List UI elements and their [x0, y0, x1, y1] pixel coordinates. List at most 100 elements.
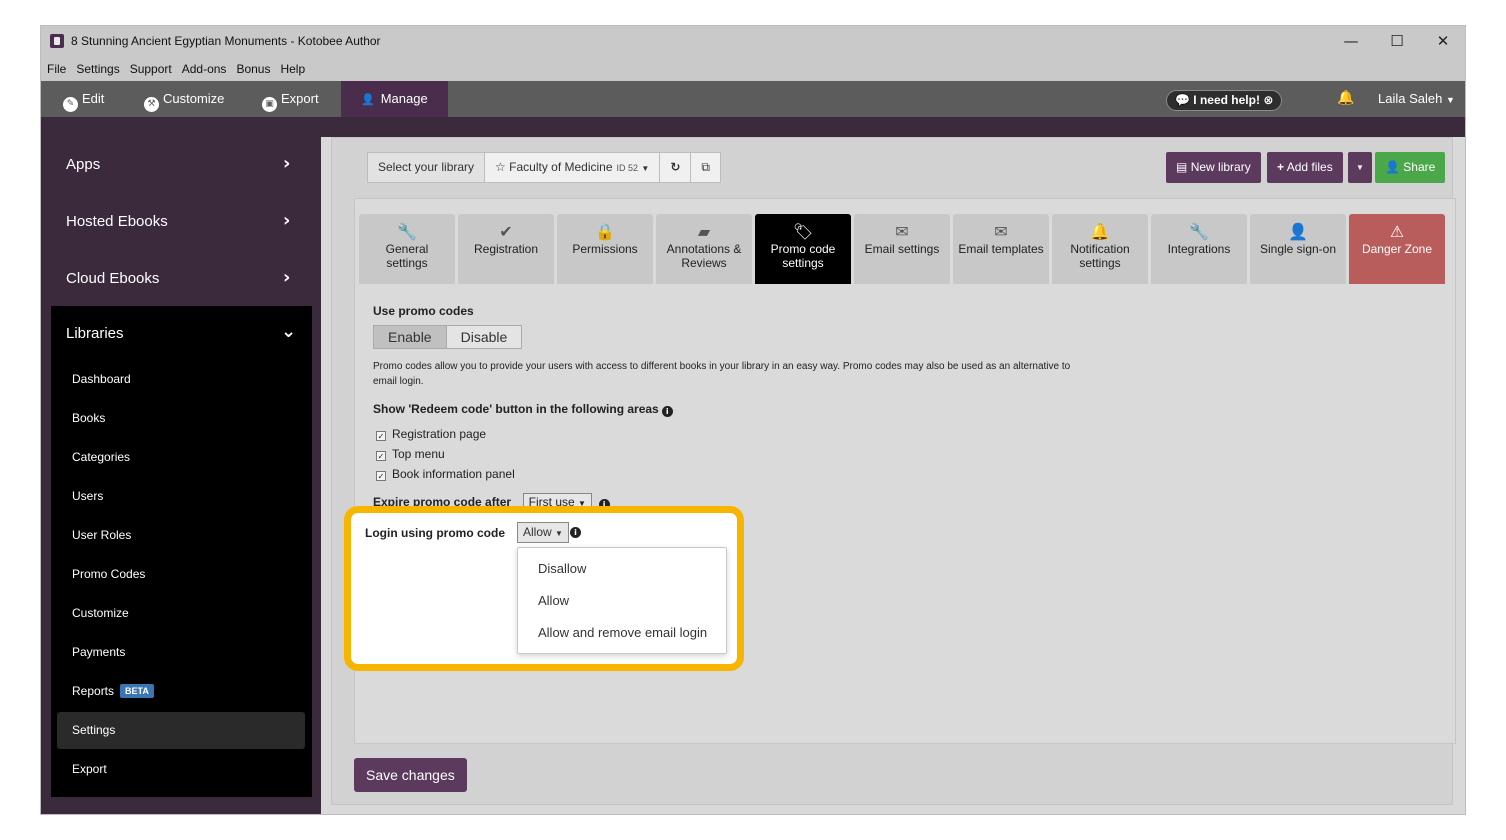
open-external-button[interactable]: ⧉: [690, 152, 721, 183]
tab-danger-zone[interactable]: ⚠ Danger Zone: [1349, 214, 1445, 284]
sidebar-item-libraries[interactable]: Libraries: [66, 325, 124, 342]
bell-icon[interactable]: 🔔: [1337, 90, 1354, 106]
enable-button[interactable]: Enable: [373, 325, 447, 349]
sidebar-item-reports[interactable]: Reports BETA: [57, 673, 305, 710]
option-allow[interactable]: Allow: [518, 585, 726, 617]
tab-annotations-reviews[interactable]: ▰ Annotations & Reviews: [656, 214, 752, 284]
chevron-right-icon: ›: [283, 267, 291, 288]
check-icon: ✔: [499, 222, 513, 241]
tab-registration[interactable]: ✔ Registration: [458, 214, 554, 284]
share-button[interactable]: 👤 Share: [1375, 152, 1446, 183]
expire-select[interactable]: First use ▼: [522, 493, 592, 507]
tab-edit[interactable]: ✎ Edit: [63, 81, 104, 117]
new-library-button[interactable]: ▤ New library: [1166, 152, 1261, 183]
option-disallow[interactable]: Disallow: [518, 553, 726, 585]
library-id: ID 52: [616, 163, 639, 173]
sidebar-item-dashboard[interactable]: Dashboard: [57, 361, 305, 398]
checkbox-label: Book information panel: [392, 467, 515, 481]
minimize-button[interactable]: —: [1328, 26, 1374, 57]
menu-settings[interactable]: Settings: [70, 57, 123, 76]
tab-single-sign-on[interactable]: 👤 Single sign-on: [1250, 214, 1346, 284]
tab-label: Notification: [1070, 242, 1130, 256]
tab-customize-label: Customize: [163, 91, 225, 106]
help-label: I need help!: [1193, 93, 1260, 107]
disable-button[interactable]: Disable: [445, 325, 523, 349]
sidebar-item-settings[interactable]: Settings: [57, 712, 305, 749]
menu-support[interactable]: Support: [124, 57, 176, 76]
login-promo-value: Allow: [523, 525, 552, 539]
sidebar-item-user-roles[interactable]: User Roles: [57, 517, 305, 554]
checkbox-checked-icon[interactable]: ✓: [376, 471, 386, 481]
sidebar-item-cloud-ebooks[interactable]: Cloud Ebooks ›: [41, 251, 321, 308]
main-panel: Select your library ☆ Faculty of Medicin…: [331, 137, 1456, 805]
tab-email-settings[interactable]: ✉ Email settings: [854, 214, 950, 284]
help-button[interactable]: 💬 I need help! ⊗: [1166, 90, 1283, 111]
user-name-label: Laila Saleh: [1378, 91, 1443, 106]
checkbox-top-menu[interactable]: ✓ Top menu: [376, 444, 1433, 464]
sidebar-item-promo-codes[interactable]: Promo Codes: [57, 556, 305, 593]
sidebar-item-export[interactable]: Export: [57, 751, 305, 788]
save-changes-button[interactable]: Save changes: [354, 758, 467, 792]
bell-icon: 🔔: [1090, 222, 1110, 241]
tab-email-templates[interactable]: ✉ Email templates: [953, 214, 1049, 284]
sidebar-item-categories[interactable]: Categories: [57, 439, 305, 476]
chevron-right-icon: ›: [283, 153, 291, 174]
tab-label: Integrations: [1167, 242, 1231, 256]
maximize-button[interactable]: ☐: [1374, 26, 1420, 57]
tab-permissions[interactable]: 🔒 Permissions: [557, 214, 653, 284]
info-icon[interactable]: i: [661, 406, 673, 417]
list-icon: ▤: [1176, 160, 1188, 174]
user-menu[interactable]: Laila Saleh ▼: [1378, 91, 1455, 106]
caret-down-icon: ▼: [555, 529, 563, 538]
sidebar-item-users[interactable]: Users: [57, 478, 305, 515]
tab-integrations[interactable]: 🔧 Integrations: [1151, 214, 1247, 284]
tab-label: Danger Zone: [1361, 242, 1433, 256]
chevron-down-icon[interactable]: ⌄: [281, 321, 296, 342]
tab-manage[interactable]: 👤 Manage: [341, 81, 448, 117]
tab-label: Promo code: [770, 242, 836, 256]
tab-label: settings: [782, 256, 824, 270]
tab-promo-code-settings[interactable]: 🏷 Promo code settings: [755, 214, 851, 284]
add-files-dropdown-button[interactable]: ▼: [1348, 152, 1372, 183]
close-button[interactable]: ✕: [1420, 26, 1465, 57]
sidebar-item-books[interactable]: Books: [57, 400, 305, 437]
redeem-title: Show 'Redeem code' button in the followi…: [373, 402, 1433, 417]
user-icon: 👤: [361, 93, 375, 106]
library-select[interactable]: ☆ Faculty of Medicine ID 52 ▼: [484, 152, 661, 183]
tab-label: Annotations &: [666, 242, 742, 256]
tab-label: settings: [1079, 256, 1121, 270]
tab-customize[interactable]: ⚒ Customize: [144, 81, 224, 117]
beta-badge: BETA: [120, 684, 154, 698]
tab-notification-settings[interactable]: 🔔 Notification settings: [1052, 214, 1148, 284]
add-files-button[interactable]: + Add files: [1267, 152, 1343, 183]
lock-icon: 🔒: [595, 222, 615, 241]
checkbox-label: Registration page: [392, 427, 487, 441]
sidebar-item-apps[interactable]: Apps ›: [41, 137, 321, 194]
select-library-label: Select your library: [367, 152, 486, 183]
checkbox-checked-icon[interactable]: ✓: [376, 451, 386, 461]
sidebar-item-hosted-ebooks[interactable]: Hosted Ebooks ›: [41, 194, 321, 251]
caret-down-icon: ▼: [1356, 163, 1364, 172]
sidebar-item-customize[interactable]: Customize: [57, 595, 305, 632]
refresh-button[interactable]: ↻: [659, 152, 692, 183]
caret-down-icon: ▼: [1445, 95, 1455, 105]
menu-bonus[interactable]: Bonus: [230, 57, 274, 76]
menu-bar: File Settings Support Add-ons Bonus Help: [41, 57, 1465, 81]
menu-help[interactable]: Help: [274, 57, 309, 76]
user-icon: 👤: [1288, 222, 1308, 241]
tab-general-settings[interactable]: 🔧 General settings: [359, 214, 455, 284]
checkbox-checked-icon[interactable]: ✓: [376, 431, 386, 441]
redeem-title-text: Show 'Redeem code' button in the followi…: [373, 402, 659, 416]
libraries-panel: Libraries ⌄ Dashboard Books Categories U…: [51, 306, 312, 797]
menu-addons[interactable]: Add-ons: [176, 57, 231, 76]
option-allow-remove-email-login[interactable]: Allow and remove email login: [518, 617, 726, 649]
new-library-label: New library: [1190, 160, 1251, 174]
login-promo-select[interactable]: Allow ▼: [517, 522, 569, 543]
checkbox-book-information-panel[interactable]: ✓ Book information panel: [376, 464, 1433, 484]
info-icon[interactable]: i: [570, 527, 581, 538]
tab-export[interactable]: ▣ Export: [262, 81, 319, 117]
checkbox-registration-page[interactable]: ✓ Registration page: [376, 424, 1433, 444]
menu-file[interactable]: File: [41, 57, 70, 76]
library-toolbar: Select your library ☆ Faculty of Medicin…: [367, 152, 721, 183]
sidebar-item-payments[interactable]: Payments: [57, 634, 305, 671]
